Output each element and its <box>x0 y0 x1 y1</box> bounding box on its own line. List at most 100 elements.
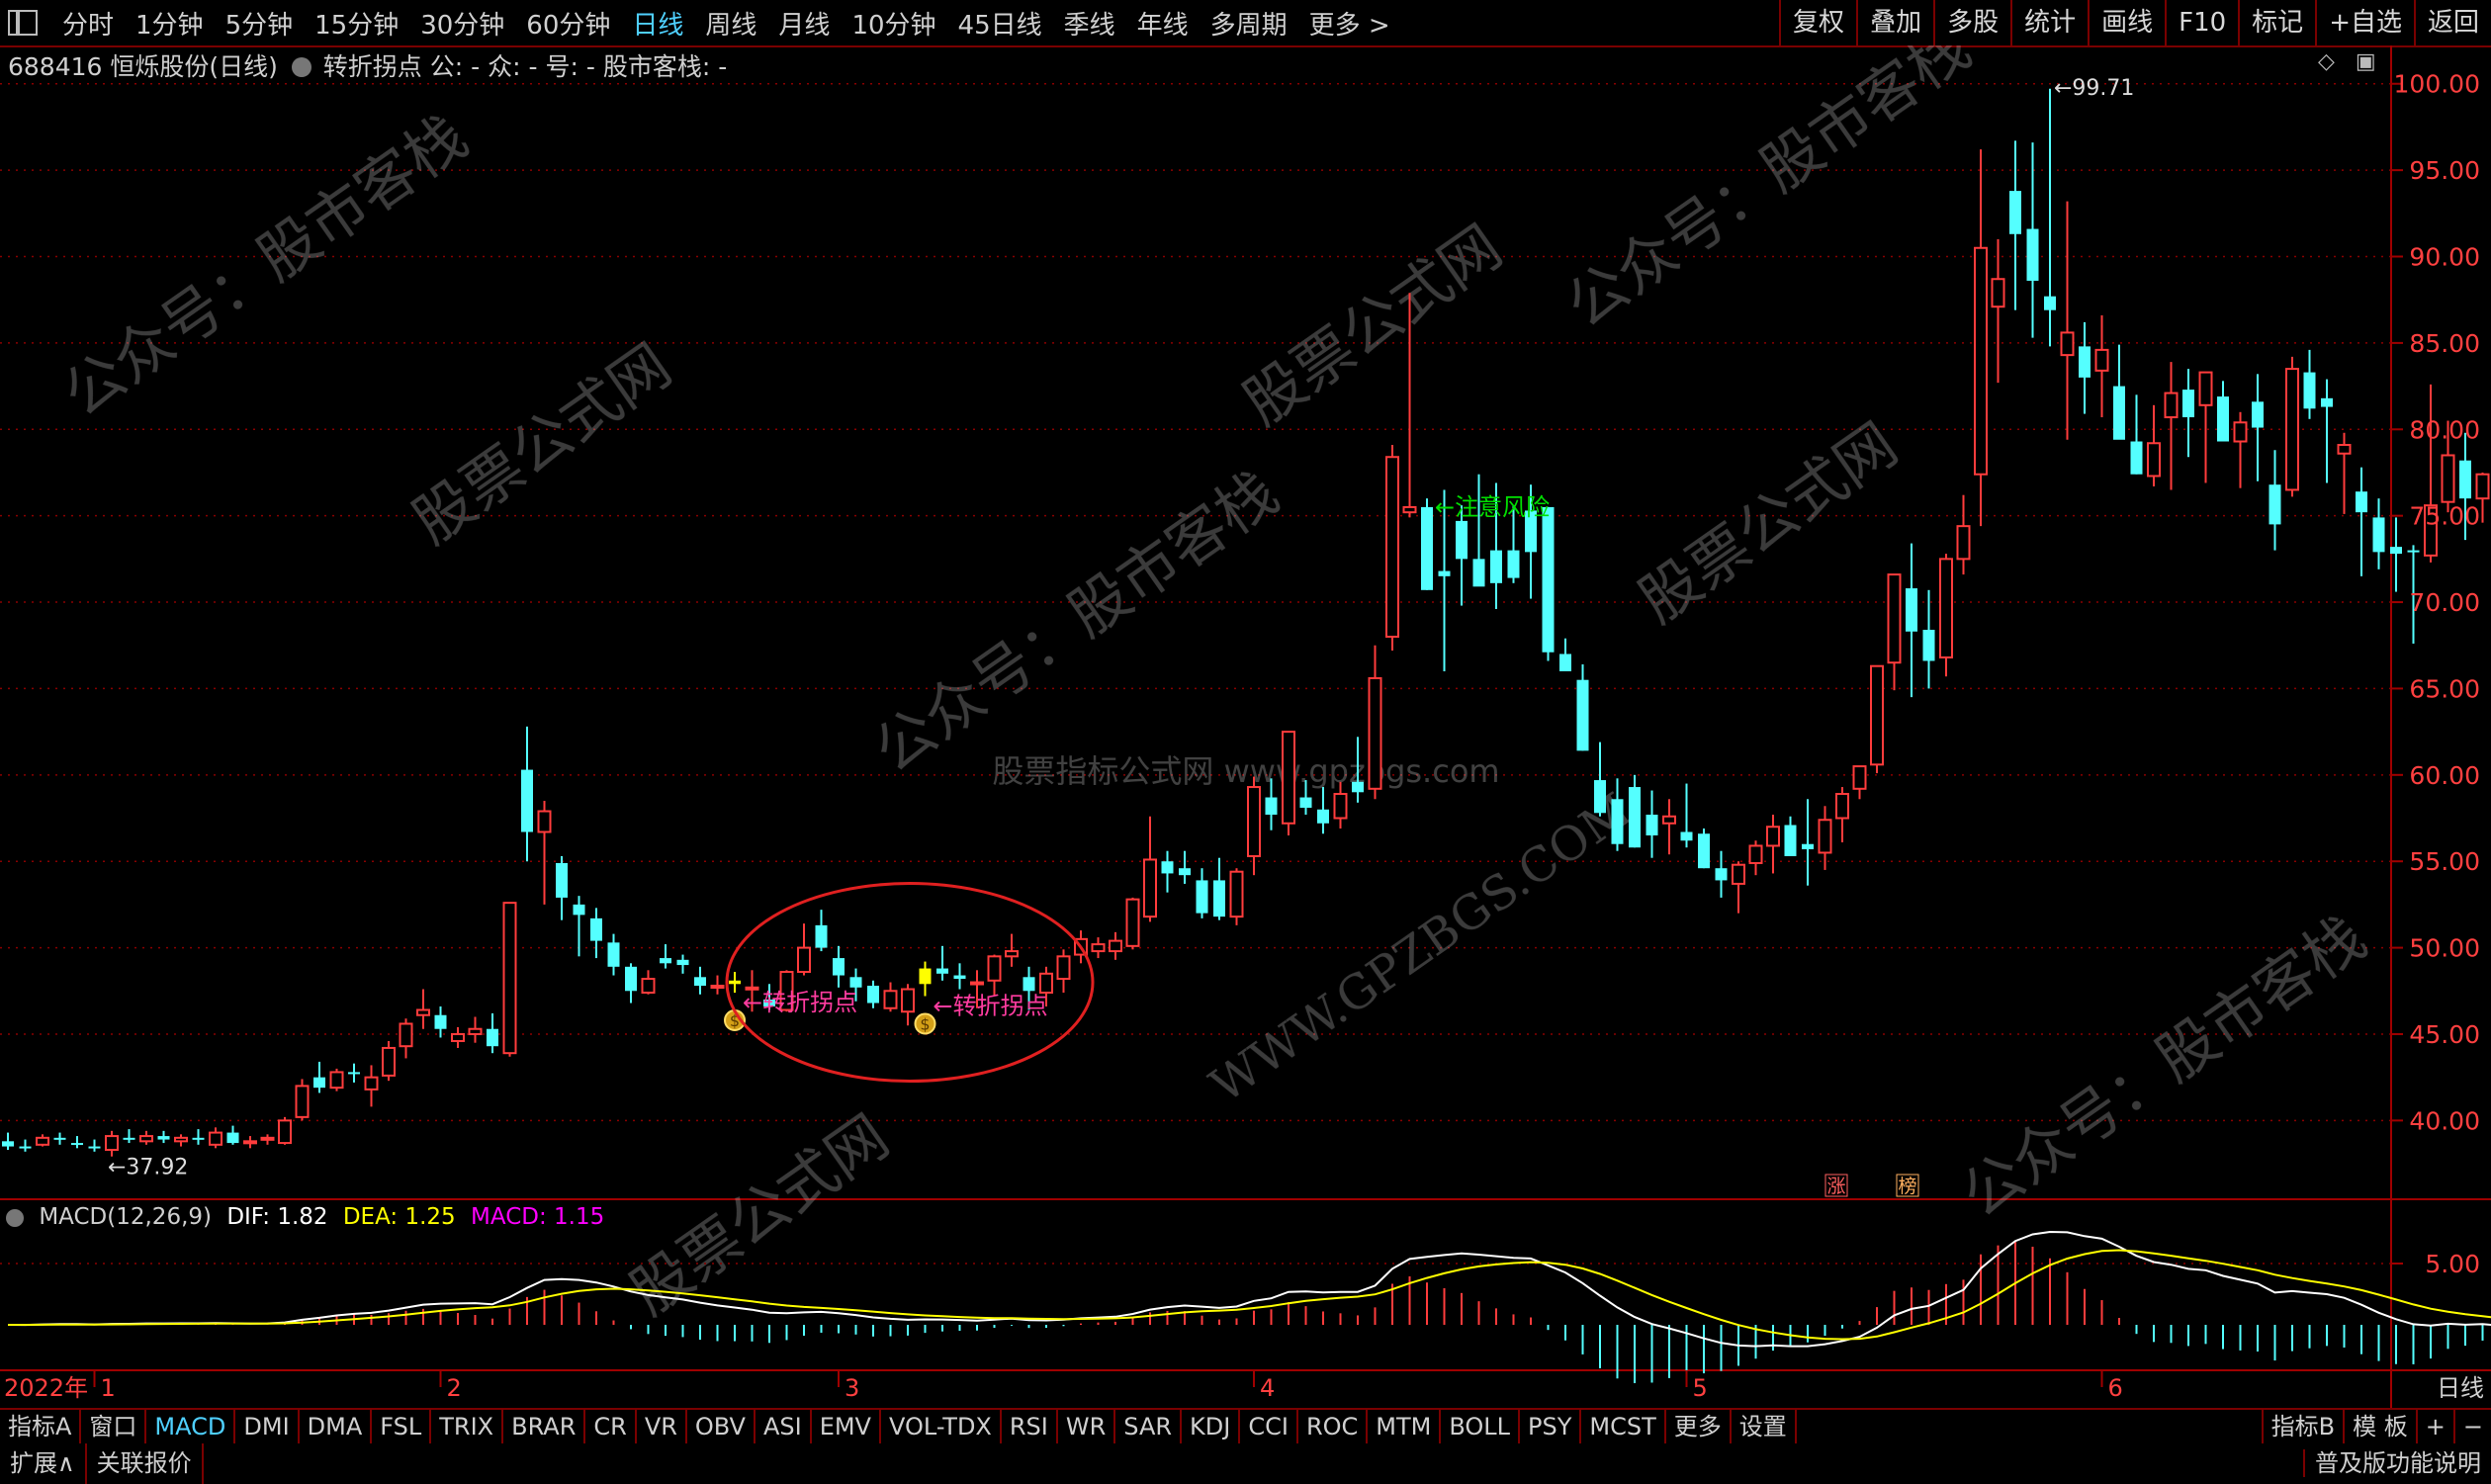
indicator-tab[interactable]: FSL <box>372 1410 432 1443</box>
help-link[interactable]: 普及版功能说明 <box>2303 1449 2491 1477</box>
indicator-tab[interactable]: VOL-TDX <box>881 1410 1002 1443</box>
candle-body <box>416 1008 430 1016</box>
period-tab[interactable]: 年线 <box>1126 5 1200 42</box>
period-tab[interactable]: 日线 <box>621 5 694 42</box>
candle-body <box>2026 228 2039 281</box>
candle-body <box>209 1131 222 1146</box>
indicator-tab[interactable]: 设置 <box>1732 1410 1797 1443</box>
candle-body <box>1143 858 1157 918</box>
indicator-tab[interactable]: DMA <box>300 1410 373 1443</box>
candle-body <box>1542 506 1555 653</box>
macd-title[interactable]: MACD(12,26,9) <box>39 1204 212 1230</box>
toolbar-button[interactable]: 画线 <box>2088 0 2165 45</box>
watermark-text: 股票公式网 <box>1628 410 1911 637</box>
bang-badge: 榜 <box>1898 1176 1916 1197</box>
candle-body <box>936 968 948 974</box>
period-tab[interactable]: 季线 <box>1053 5 1126 42</box>
period-tab[interactable]: 5分钟 <box>215 5 305 42</box>
indicator-tab[interactable]: MTM <box>1368 1410 1442 1443</box>
date-label: 5 <box>1693 1374 1708 1402</box>
period-tab[interactable]: 60分钟 <box>515 5 621 42</box>
toolbar-button[interactable]: 叠加 <box>1856 0 1933 45</box>
candle-body <box>88 1146 101 1149</box>
indicator-tab[interactable]: MACD <box>146 1410 236 1443</box>
indicator-tab[interactable]: TRIX <box>431 1410 504 1443</box>
toolbar-button[interactable]: 返回 <box>2413 0 2491 45</box>
candle-body <box>36 1136 49 1146</box>
candle-body <box>1732 863 1745 885</box>
toolbar-button[interactable]: F10 <box>2165 0 2238 45</box>
indicator-tab[interactable]: PSY <box>1520 1410 1582 1443</box>
watermark-text: 公众号：股市客栈 <box>1555 45 1983 342</box>
indicator-tab[interactable]: OBV <box>687 1410 756 1443</box>
candle-body <box>1802 843 1814 849</box>
toolbar-button[interactable]: 复权 <box>1779 0 1856 45</box>
period-tab[interactable]: 周线 <box>694 5 767 42</box>
period-tab[interactable]: 45日线 <box>947 5 1053 42</box>
date-label: 1 <box>101 1374 116 1402</box>
period-tab[interactable]: 更多 > <box>1298 5 1401 42</box>
period-tab[interactable]: 月线 <box>767 5 841 42</box>
indicator-tab[interactable]: DMI <box>235 1410 300 1443</box>
money-bag-symbol: $ <box>920 1015 930 1034</box>
candle-body <box>2356 491 2367 513</box>
candle-body <box>1039 972 1053 995</box>
toolbar-button[interactable]: 标记 <box>2238 0 2315 45</box>
price-tick-label: 75.00 <box>2409 502 2480 531</box>
candle-body <box>2269 484 2281 525</box>
indicator-tab[interactable]: ASI <box>756 1410 812 1443</box>
period-tab[interactable]: 分时 <box>51 5 125 42</box>
date-label: 3 <box>845 1374 859 1402</box>
indicator-tab[interactable]: 指标A <box>0 1410 82 1443</box>
watermark-text: 公众号：股市客栈 <box>51 102 480 431</box>
indicator-tab[interactable]: VR <box>637 1410 687 1443</box>
price-tick-label: 80.00 <box>2409 415 2480 444</box>
candle-body <box>573 904 585 916</box>
indicator-tab[interactable]: KDJ <box>1182 1410 1241 1443</box>
toolbar-button[interactable]: 多股 <box>1933 0 2010 45</box>
period-tab[interactable]: 多周期 <box>1200 5 1298 42</box>
price-tick-label: 55.00 <box>2409 847 2480 876</box>
indicator-right-button[interactable]: 模 板 <box>2343 1410 2416 1443</box>
candle-body <box>1974 246 1988 476</box>
indicator-tab[interactable]: MCST <box>1581 1410 1666 1443</box>
period-tabs: 分时 1分钟 5分钟 15分钟 30分钟 60分钟 日线 周线 月线 10分钟 45日线 季线 年线 多周… <box>51 5 1401 42</box>
indicator-tab[interactable]: WR <box>1058 1410 1116 1443</box>
indicator-tab[interactable]: ROC <box>1298 1410 1369 1443</box>
period-tab[interactable]: 10分钟 <box>841 5 946 42</box>
period-tab[interactable]: 1分钟 <box>125 5 215 42</box>
indicator-tab[interactable]: SAR <box>1115 1410 1183 1443</box>
period-tab[interactable]: 15分钟 <box>304 5 409 42</box>
price-tick-label: 90.00 <box>2409 243 2480 272</box>
risk-label: ←注意风险 <box>1435 493 1550 521</box>
indicator-tab[interactable]: 更多 <box>1666 1410 1732 1443</box>
indicator-tab[interactable]: BRAR <box>503 1410 586 1443</box>
candle-body <box>883 990 898 1009</box>
window-menu-icon[interactable] <box>8 10 38 36</box>
indicator-tab[interactable]: CCI <box>1240 1410 1298 1443</box>
candle-body <box>2252 401 2264 428</box>
indicator-tab[interactable]: BOLL <box>1441 1410 1521 1443</box>
indicator-tab[interactable]: RSI <box>1002 1410 1058 1443</box>
period-tab[interactable]: 30分钟 <box>409 5 515 42</box>
candle-body <box>192 1137 205 1140</box>
toolbar-button[interactable]: +自选 <box>2315 0 2414 45</box>
indicator-tab[interactable]: 窗口 <box>81 1410 147 1443</box>
indicator-right-button[interactable]: + <box>2415 1410 2453 1443</box>
candle-body <box>1456 520 1468 560</box>
indicator-tab[interactable]: CR <box>585 1410 637 1443</box>
indicator-right-button[interactable]: 指标B <box>2261 1410 2343 1443</box>
macd-toggle-icon[interactable] <box>6 1208 24 1227</box>
macd-label: MACD: <box>471 1204 547 1230</box>
candle-body <box>1922 630 1935 661</box>
candle-body <box>1333 793 1348 820</box>
candle-body <box>1870 664 1884 766</box>
indicator-right-button[interactable]: − <box>2452 1410 2491 1443</box>
date-label: 4 <box>1260 1374 1275 1402</box>
toolbar-button[interactable]: 统计 <box>2010 0 2088 45</box>
candle-body <box>1852 765 1867 790</box>
candle-body <box>1023 977 1035 992</box>
status-button[interactable]: 扩展∧ <box>0 1443 87 1484</box>
status-button[interactable]: 关联报价 <box>87 1443 204 1484</box>
indicator-tab[interactable]: EMV <box>812 1410 881 1443</box>
